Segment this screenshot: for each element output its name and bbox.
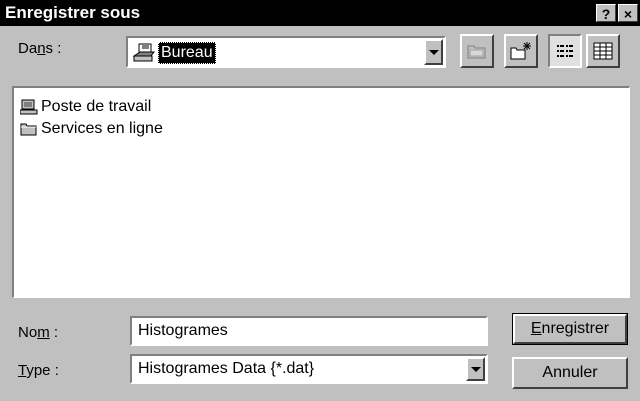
close-button[interactable]: ×	[618, 4, 638, 22]
file-list[interactable]: Poste de travail Services en ligne	[12, 86, 630, 298]
up-one-level-button[interactable]	[460, 34, 494, 68]
desktop-icon	[132, 43, 156, 62]
help-button[interactable]: ?	[596, 4, 616, 22]
window-title: Enregistrer sous	[5, 3, 141, 22]
up-folder-icon	[467, 45, 486, 59]
filename-label: Nom :	[18, 324, 59, 341]
details-view-icon	[593, 42, 613, 60]
location-dropdown-button[interactable]	[424, 39, 443, 65]
filetype-value: Histogrames Data {*.dat}	[138, 360, 315, 377]
list-view-button[interactable]	[548, 34, 582, 68]
filetype-dropdown[interactable]: Histogrames Data {*.dat}	[130, 354, 488, 384]
filetype-dropdown-button[interactable]	[466, 357, 485, 381]
file-name: Services en ligne	[41, 120, 163, 137]
details-view-button[interactable]	[586, 34, 620, 68]
list-item[interactable]: Services en ligne	[20, 118, 163, 140]
chevron-down-icon	[470, 366, 481, 372]
location-value: Bureau	[158, 42, 216, 64]
new-folder-button[interactable]	[504, 34, 538, 68]
location-label: Dans :	[18, 40, 62, 57]
list-view-icon	[557, 45, 573, 57]
file-name: Poste de travail	[41, 98, 152, 115]
folder-icon	[20, 123, 37, 136]
filetype-label: Type :	[18, 362, 59, 379]
filename-value: Histogrames	[138, 322, 228, 339]
computer-icon	[20, 99, 38, 115]
location-dropdown[interactable]: Bureau	[126, 36, 446, 68]
cancel-button[interactable]: Annuler	[512, 357, 628, 389]
chevron-down-icon	[428, 49, 439, 55]
new-folder-icon	[510, 42, 531, 60]
title-bar: Enregistrer sous ? ×	[0, 0, 640, 26]
list-item[interactable]: Poste de travail	[20, 96, 151, 118]
save-button[interactable]: Enregistrer	[512, 313, 628, 345]
filename-input[interactable]: Histogrames	[130, 316, 488, 346]
